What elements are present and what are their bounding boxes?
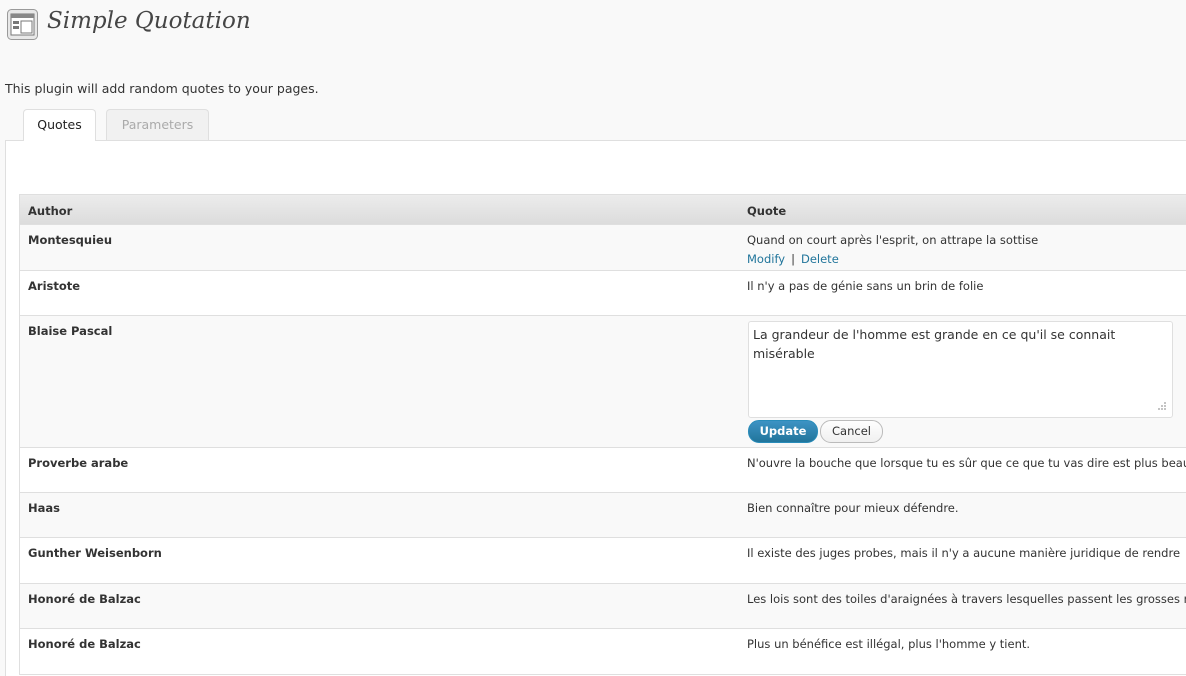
cancel-button[interactable]: Cancel [820,420,883,443]
quote-cell: Quand on court après l'esprit, on attrap… [747,233,1039,247]
author-cell: Honoré de Balzac [28,592,141,606]
table-row: Haas Bien connaître pour mieux défendre. [20,493,1186,538]
delete-link[interactable]: Delete [801,252,839,266]
author-cell: Proverbe arabe [28,456,129,470]
quote-cell: Il n'y a pas de génie sans un brin de fo… [747,279,984,293]
tab-parameters[interactable]: Parameters [106,109,209,140]
update-button[interactable]: Update [748,420,818,443]
resize-handle-icon[interactable] [1157,400,1167,410]
page-title: Simple Quotation [47,8,251,34]
tab-divider [5,140,1186,141]
quote-edit-textarea[interactable]: La grandeur de l'homme est grande en ce … [748,321,1173,418]
quote-cell: Bien connaître pour mieux défendre. [747,501,959,515]
row-actions: Modify | Delete [747,252,839,266]
quote-cell: N'ouvre la bouche que lorsque tu es sûr … [747,456,1186,470]
author-cell: Montesquieu [28,233,113,247]
column-header-quote[interactable]: Quote [747,204,786,218]
tab-quotes[interactable]: Quotes [23,109,96,141]
quotes-table: Author Quote Montesquieu Quand on court … [19,194,1186,675]
table-row: Gunther Weisenborn Il existe des juges p… [20,538,1186,584]
modify-link[interactable]: Modify [747,252,785,266]
settings-page-icon [7,9,38,40]
table-row: Honoré de Balzac Plus un bénéfice est il… [20,629,1186,675]
quote-cell: Les lois sont des toiles d'araignées à t… [747,592,1186,606]
author-cell: Blaise Pascal [28,324,113,338]
quote-cell: Il existe des juges probes, mais il n'y … [747,546,1181,560]
author-cell: Aristote [28,279,81,293]
table-header: Author Quote [20,195,1186,225]
action-separator: | [791,252,795,266]
plugin-description: This plugin will add random quotes to yo… [5,81,319,96]
quote-cell: Plus un bénéfice est illégal, plus l'hom… [747,637,1031,651]
column-header-author[interactable]: Author [28,204,72,218]
table-row: Honoré de Balzac Les lois sont des toile… [20,584,1186,629]
table-row-editing: Blaise Pascal La grandeur de l'homme est… [20,316,1186,448]
author-cell: Honoré de Balzac [28,637,141,651]
table-row: Proverbe arabe N'ouvre la bouche que lor… [20,448,1186,493]
author-cell: Gunther Weisenborn [28,546,162,560]
table-row: Montesquieu Quand on court après l'espri… [20,225,1186,271]
table-row: Aristote Il n'y a pas de génie sans un b… [20,271,1186,316]
author-cell: Haas [28,501,60,515]
